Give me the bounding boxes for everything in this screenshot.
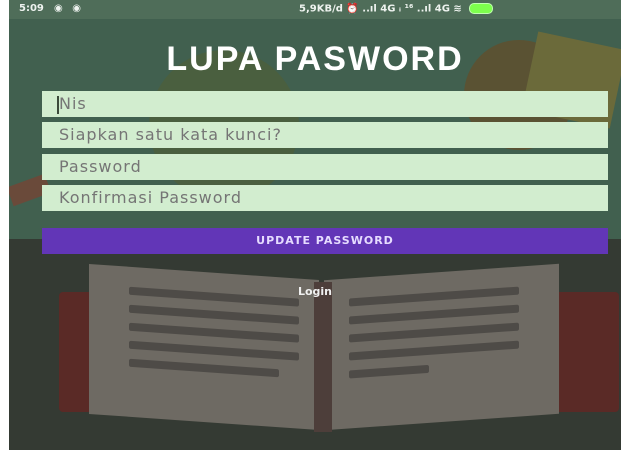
battery-icon [469,3,494,14]
text-line [129,358,279,378]
keyword-input[interactable] [42,122,608,148]
text-line [349,364,429,379]
page-title: LUPA PASWORD [166,40,464,78]
text-line [129,322,299,343]
book-spine [314,282,332,432]
text-line [129,340,299,361]
update-password-button[interactable]: UPDATE PASSWORD [42,228,608,254]
network-text: 5,9KB/d ⏰ ..ıl 4G ᵢ ¹⁶ ..ıl 4G ≋ [299,3,462,15]
login-link[interactable]: Login [9,285,621,298]
status-bar: 5:09 ◉ ◉ 5,9KB/d ⏰ ..ıl 4G ᵢ ¹⁶ ..ıl 4G … [9,0,621,19]
nis-input[interactable] [42,91,608,117]
password-input[interactable] [42,154,608,180]
text-line [349,340,519,361]
status-time: 5:09 [19,3,44,14]
text-cursor [57,96,59,114]
phone-screen: 5:09 ◉ ◉ 5,9KB/d ⏰ ..ıl 4G ᵢ ¹⁶ ..ıl 4G … [9,0,621,450]
notification-icons: ◉ ◉ [54,3,84,14]
text-line [349,304,519,325]
text-line [129,304,299,325]
text-line [349,322,519,343]
network-status: 5,9KB/d ⏰ ..ıl 4G ᵢ ¹⁶ ..ıl 4G ≋ [299,3,494,15]
confirm-password-input[interactable] [42,185,608,211]
